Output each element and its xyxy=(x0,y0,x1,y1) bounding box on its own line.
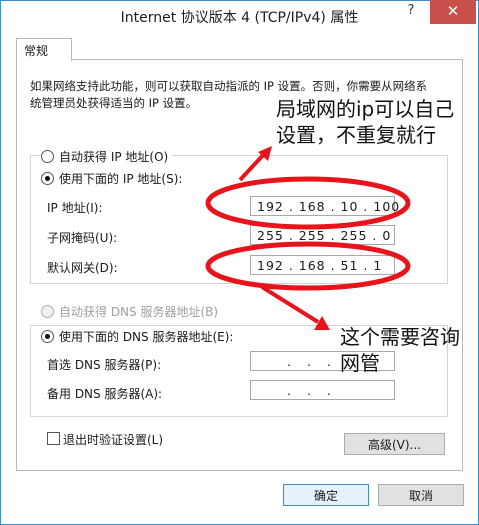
tab-general-label: 常规 xyxy=(24,44,49,58)
arrow-to-bottom-note xyxy=(260,285,320,324)
annotation-bottom-note: 这个需要咨询网管 xyxy=(340,325,460,375)
tab-general[interactable]: 常规 xyxy=(16,38,72,61)
gateway-highlight-ellipse xyxy=(205,241,411,291)
arrow-to-top-note xyxy=(238,150,268,182)
annotation-top-note: 局域网的ip可以自己设置，不重复就行 xyxy=(276,97,455,147)
ip-highlight-ellipse xyxy=(205,176,411,230)
annotation-overlay xyxy=(205,146,411,330)
